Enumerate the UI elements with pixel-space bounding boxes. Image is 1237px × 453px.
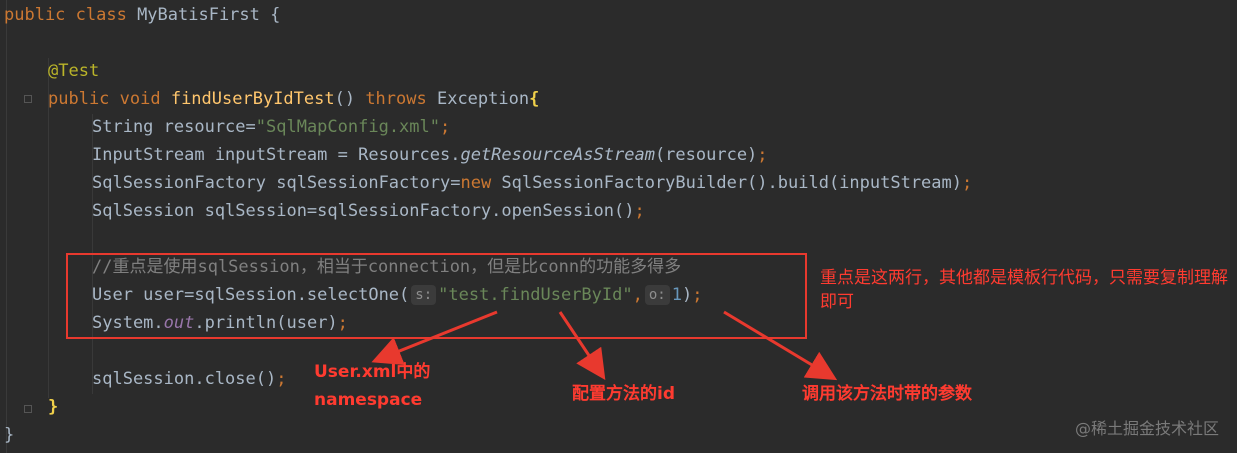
arrow-to-namespace (371, 310, 498, 366)
arrow-to-param (723, 310, 838, 381)
watermark: @稀土掘金技术社区 (1074, 419, 1219, 438)
arrow-to-id (558, 311, 606, 380)
annotation-arrows (371, 310, 838, 381)
